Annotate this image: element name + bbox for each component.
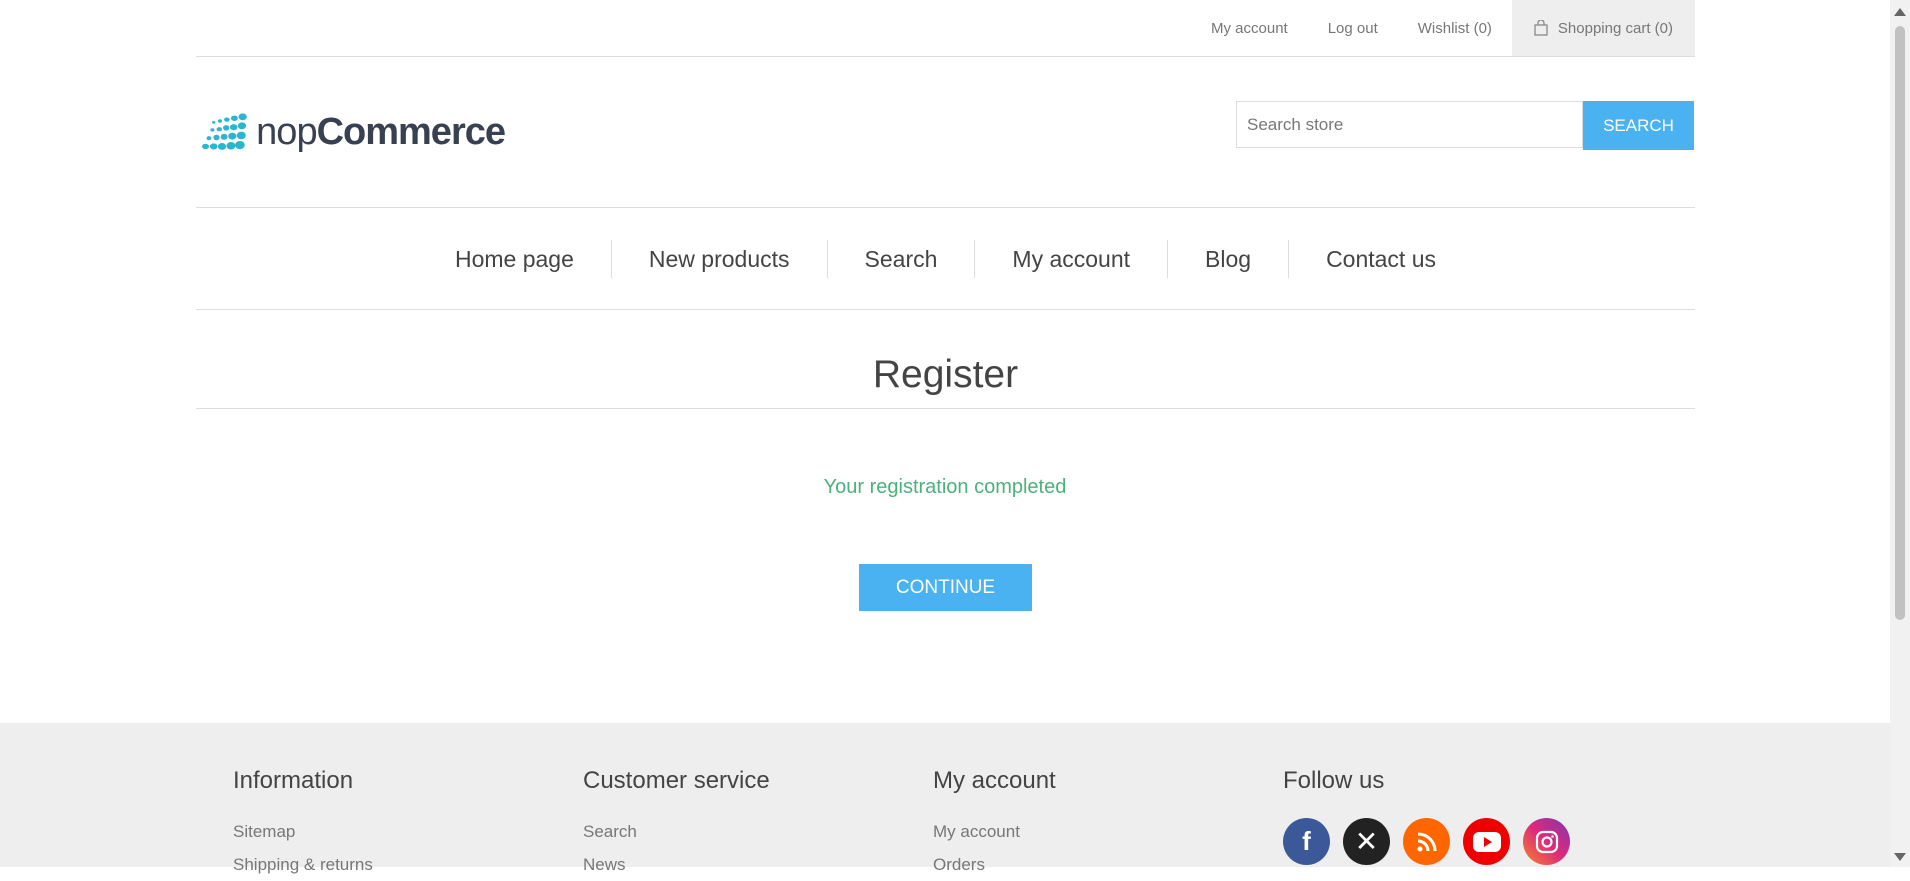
logo[interactable]: nopCommerce — [200, 104, 506, 160]
header-link-label: My account — [1211, 19, 1288, 37]
footer-information: Information Sitemap Shipping & returns — [233, 767, 373, 881]
footer: Information Sitemap Shipping & returns C… — [0, 723, 1890, 874]
footer-link-sitemap[interactable]: Sitemap — [233, 815, 373, 848]
social-icons: f ✕ — [1283, 818, 1583, 865]
menu-item-my-account[interactable]: My account — [974, 239, 1167, 278]
header-link-shopping-cart[interactable]: Shopping cart (0) — [1511, 0, 1695, 56]
scroll-down-arrow-icon[interactable] — [1894, 853, 1906, 861]
continue-button[interactable]: CONTINUE — [859, 564, 1032, 611]
header-link-wishlist[interactable]: Wishlist (0) — [1398, 0, 1512, 56]
footer-link-orders[interactable]: Orders — [933, 848, 1056, 881]
registration-result-message: Your registration completed — [823, 476, 1067, 498]
x-icon[interactable]: ✕ — [1343, 818, 1390, 865]
search-box: SEARCH — [1236, 101, 1694, 150]
footer-link-my-account[interactable]: My account — [933, 815, 1056, 848]
page-title-bar: Register — [196, 345, 1695, 409]
footer-my-account: My account My account Orders — [933, 767, 1056, 881]
menu-item-contact-us[interactable]: Contact us — [1288, 239, 1473, 278]
scrollbar[interactable] — [1890, 0, 1910, 867]
menu-item-search[interactable]: Search — [826, 239, 975, 278]
logo-text: nopCommerce — [256, 110, 506, 153]
page-title: Register — [872, 353, 1019, 396]
header-links: My account Log out Wishlist (0) Shopping… — [196, 0, 1695, 57]
footer-link-search[interactable]: Search — [583, 815, 770, 848]
footer-heading: My account — [933, 767, 1056, 794]
menu-item-new-products[interactable]: New products — [610, 239, 827, 278]
footer-customer-service: Customer service Search News — [583, 767, 770, 881]
shopping-bag-icon — [1534, 20, 1548, 36]
youtube-icon[interactable] — [1463, 818, 1510, 865]
nopcommerce-dots-logo-icon — [202, 113, 247, 150]
footer-link-news[interactable]: News — [583, 848, 770, 881]
scrollbar-thumb[interactable] — [1895, 26, 1905, 620]
top-menu: Home page New products Search My account… — [196, 207, 1695, 310]
footer-follow-us: Follow us f ✕ — [1283, 767, 1583, 865]
menu-item-blog[interactable]: Blog — [1167, 239, 1288, 278]
search-input[interactable] — [1236, 101, 1583, 148]
header-link-log-out[interactable]: Log out — [1308, 0, 1398, 56]
facebook-icon[interactable]: f — [1283, 818, 1330, 865]
menu-item-home-page[interactable]: Home page — [418, 240, 611, 278]
search-button[interactable]: SEARCH — [1583, 101, 1694, 150]
scroll-up-arrow-icon[interactable] — [1894, 8, 1906, 16]
rss-icon[interactable] — [1403, 818, 1450, 865]
header-link-my-account[interactable]: My account — [1191, 0, 1308, 56]
header-link-label: Shopping cart (0) — [1557, 19, 1673, 37]
footer-link-shipping-returns[interactable]: Shipping & returns — [233, 848, 373, 881]
header-link-label: Wishlist (0) — [1417, 19, 1492, 37]
footer-heading: Customer service — [583, 767, 770, 794]
footer-heading: Follow us — [1283, 767, 1385, 794]
header-link-label: Log out — [1327, 19, 1378, 37]
footer-heading: Information — [233, 767, 354, 794]
instagram-icon[interactable] — [1523, 818, 1570, 865]
